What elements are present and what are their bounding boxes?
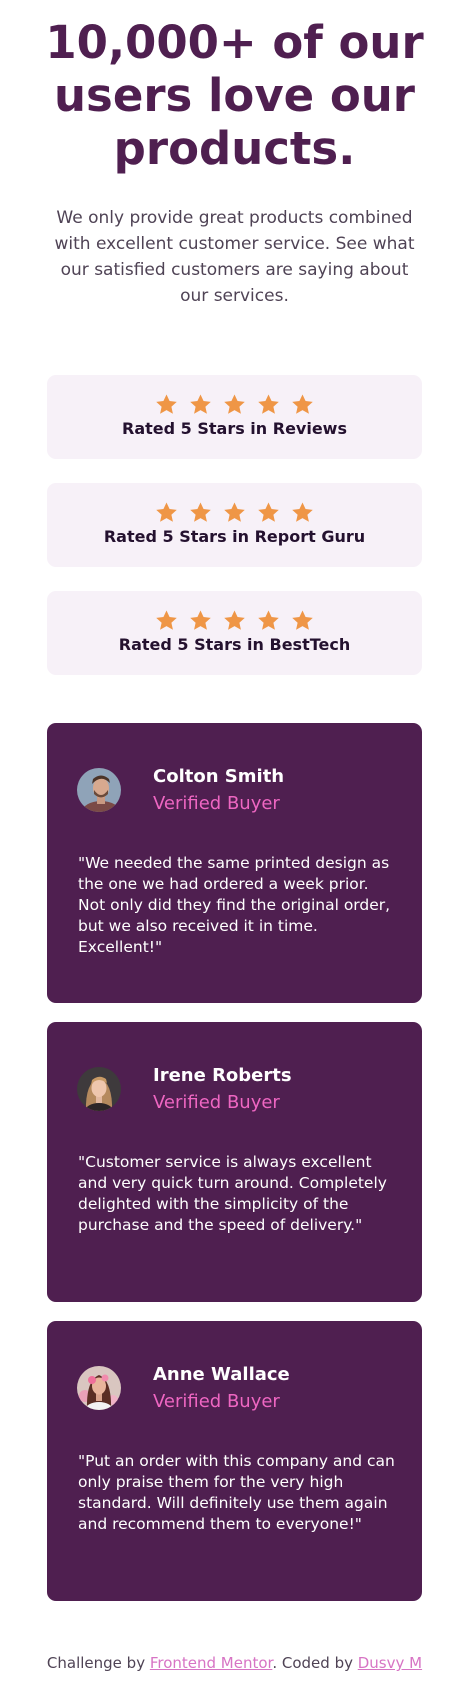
testimonial-card-colton-smith: Colton Smith Verified Buyer "We needed t… [47, 723, 422, 1003]
frontend-mentor-link[interactable]: Frontend Mentor [150, 1654, 273, 1672]
avatar [77, 1366, 121, 1410]
star-icon [291, 393, 314, 416]
rating-stars [47, 609, 422, 632]
star-icon [291, 501, 314, 524]
rating-card-report-guru: Rated 5 Stars in Report Guru [47, 483, 422, 567]
author-link[interactable]: Dusvy M [358, 1654, 422, 1672]
attribution-coded-by: . Coded by [272, 1654, 358, 1672]
rating-label: Rated 5 Stars in Report Guru [103, 527, 366, 546]
star-icon [257, 393, 280, 416]
testimonial-card-anne-wallace: Anne Wallace Verified Buyer "Put an orde… [47, 1321, 422, 1601]
rating-label: Rated 5 Stars in Reviews [122, 419, 347, 438]
testimonial-card-irene-roberts: Irene Roberts Verified Buyer "Customer s… [47, 1022, 422, 1302]
star-icon [223, 501, 246, 524]
attribution-prefix: Challenge by [46, 1654, 150, 1672]
verified-buyer-label: Verified Buyer [153, 1391, 280, 1412]
verified-buyer-label: Verified Buyer [153, 1092, 280, 1113]
page-description: We only provide great products combined … [54, 208, 415, 306]
testimonial-quote: "We needed the same printed design as th… [78, 854, 391, 956]
rating-stars [47, 501, 422, 524]
rating-card-besttech: Rated 5 Stars in BestTech [47, 591, 422, 675]
star-icon [291, 609, 314, 632]
rating-stars [47, 393, 422, 416]
testimonial-quote: "Customer service is always excellent an… [78, 1153, 387, 1234]
rating-label: Rated 5 Stars in BestTech [118, 635, 351, 654]
reviewer-name: Irene Roberts [153, 1065, 292, 1086]
star-icon [223, 393, 246, 416]
page-title: 10,000+ of our users love our products. [45, 16, 424, 175]
avatar [77, 768, 121, 812]
reviewer-name: Anne Wallace [153, 1364, 290, 1385]
star-icon [155, 501, 178, 524]
star-icon [155, 609, 178, 632]
reviewer-name: Colton Smith [153, 766, 285, 787]
star-icon [223, 609, 246, 632]
star-icon [155, 393, 178, 416]
verified-buyer-label: Verified Buyer [153, 793, 280, 814]
star-icon [189, 501, 212, 524]
star-icon [257, 501, 280, 524]
star-icon [257, 609, 280, 632]
avatar [77, 1067, 121, 1111]
star-icon [189, 393, 212, 416]
star-icon [189, 609, 212, 632]
testimonial-quote: "Put an order with this company and can … [78, 1452, 395, 1533]
rating-card-reviews: Rated 5 Stars in Reviews [47, 375, 422, 459]
attribution-footer: Challenge by Frontend Mentor. Coded by D… [0, 1653, 469, 1673]
